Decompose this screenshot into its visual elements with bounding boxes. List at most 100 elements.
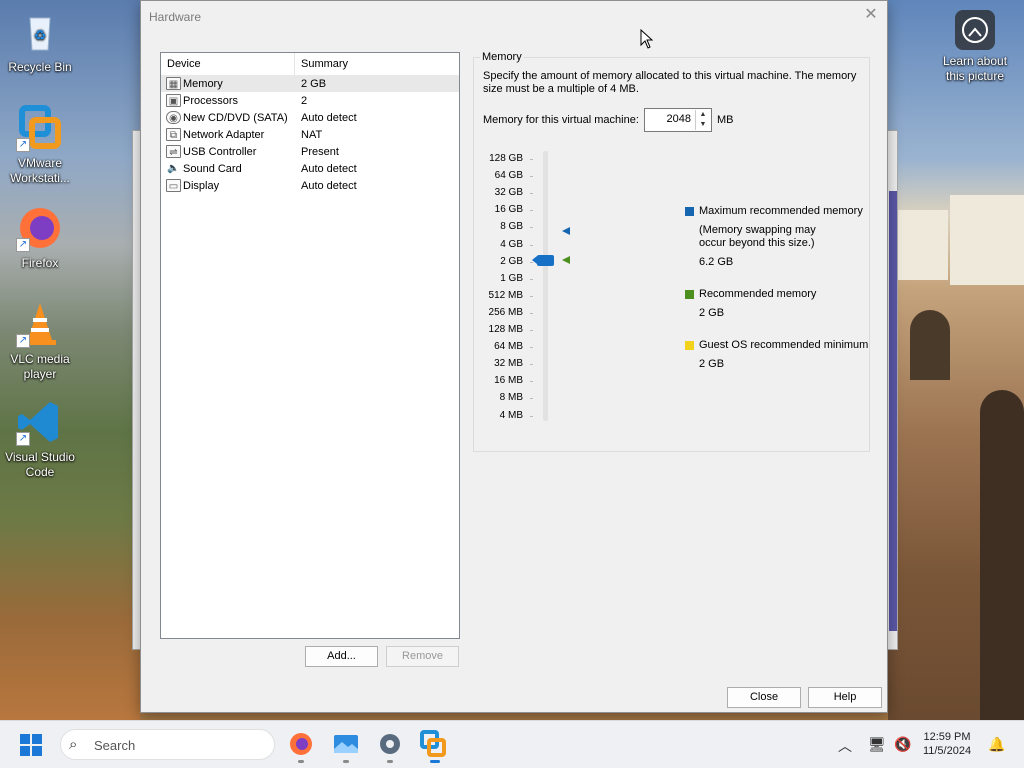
shortcut-arrow-icon: ↗ bbox=[16, 138, 30, 152]
shortcut-arrow-icon: ↗ bbox=[16, 334, 30, 348]
scale-label: 128 GB bbox=[489, 153, 523, 164]
device-name: Processors bbox=[183, 94, 239, 107]
close-icon[interactable]: ✕ bbox=[863, 7, 879, 23]
scale-label: 16 GB bbox=[494, 204, 523, 216]
desktop-icon-label: Recycle Bin bbox=[8, 60, 72, 74]
device-summary: 2 GB bbox=[301, 77, 327, 90]
desktop-icon-label: Visual Studio Code bbox=[5, 450, 75, 479]
desktop-icon-label: Firefox bbox=[21, 256, 59, 270]
scale-tick bbox=[530, 210, 533, 212]
cpu-icon: ▣ bbox=[166, 94, 181, 107]
memory-slider-thumb[interactable] bbox=[532, 255, 554, 266]
column-header-summary[interactable]: Summary bbox=[295, 53, 348, 75]
device-summary: 2 bbox=[301, 94, 308, 107]
running-indicator bbox=[387, 760, 393, 763]
windows-logo-icon bbox=[20, 734, 30, 744]
scale-label: 8 GB bbox=[500, 221, 523, 233]
max-recommended-note: (Memory swapping may occur beyond this s… bbox=[699, 224, 816, 249]
scale-label: 32 GB bbox=[494, 187, 523, 199]
device-row-network-adapter[interactable]: ⧉ Network Adapter NAT bbox=[161, 126, 459, 143]
notification-bell-icon[interactable]: 🔔 bbox=[988, 736, 1005, 753]
remove-button[interactable]: Remove bbox=[386, 646, 459, 667]
device-summary: Present bbox=[301, 145, 339, 158]
scale-tick bbox=[530, 398, 533, 400]
scale-label: 256 MB bbox=[488, 306, 523, 318]
wallpaper-building bbox=[898, 210, 948, 280]
close-button[interactable]: Close bbox=[727, 687, 801, 708]
desktop-icon-recycle-bin[interactable]: ♻ Recycle Bin bbox=[0, 8, 80, 75]
taskbar-firefox[interactable] bbox=[286, 729, 316, 759]
memory-icon: ▦ bbox=[166, 77, 181, 90]
memory-description: Specify the amount of memory allocated t… bbox=[483, 70, 857, 95]
scale-label: 4 MB bbox=[499, 409, 523, 421]
vlc-cone-icon: ↗ bbox=[16, 300, 64, 348]
chevron-up-icon[interactable]: ︿ bbox=[838, 736, 852, 756]
memory-unit-label: MB bbox=[717, 114, 734, 126]
firefox-icon: ↗ bbox=[16, 204, 64, 252]
device-name: Sound Card bbox=[183, 162, 242, 175]
scale-label: 2 GB bbox=[500, 255, 523, 267]
spin-down-icon[interactable]: ▼ bbox=[695, 120, 710, 130]
volume-muted-icon[interactable]: 🔇 bbox=[894, 736, 911, 753]
memory-value[interactable]: 2048 bbox=[667, 113, 691, 125]
start-button[interactable] bbox=[20, 734, 42, 756]
hardware-dialog[interactable]: Hardware ✕ Device Summary ▦ Memory 2 GB ▣… bbox=[140, 0, 888, 713]
dialog-title: Hardware bbox=[149, 10, 202, 24]
shortcut-arrow-icon: ↗ bbox=[16, 238, 30, 252]
device-name: New CD/DVD (SATA) bbox=[183, 111, 288, 124]
taskbar-vmware[interactable] bbox=[418, 729, 448, 759]
device-row-memory[interactable]: ▦ Memory 2 GB bbox=[161, 75, 459, 92]
max-recommended-value: 6.2 GB bbox=[699, 256, 734, 268]
memory-spinbox[interactable]: 2048 ▲ ▼ bbox=[644, 108, 712, 132]
window-edge bbox=[889, 191, 897, 631]
usb-icon: ⇌ bbox=[166, 145, 181, 158]
desktop-icon-label: Learn about this picture bbox=[942, 54, 1008, 83]
spin-up-icon[interactable]: ▲ bbox=[695, 110, 710, 120]
scale-label: 1 GB bbox=[500, 272, 523, 284]
scale-tick bbox=[530, 159, 533, 160]
windows-logo-icon bbox=[32, 734, 42, 744]
scale-tick bbox=[530, 364, 533, 366]
network-icon: ⧉ bbox=[166, 128, 181, 141]
taskbar: ⌕ Search ︿ 🖥 🔇 12:59 PM 11/5/2024 🔔 bbox=[0, 720, 1024, 768]
windows-logo-icon bbox=[32, 746, 42, 756]
taskbar-search[interactable]: ⌕ Search bbox=[60, 729, 275, 760]
desktop-icon-vmware[interactable]: ↗ VMware Workstati... bbox=[0, 104, 80, 186]
scale-tick bbox=[530, 244, 533, 246]
device-summary: Auto detect bbox=[301, 162, 357, 175]
desktop-icon-firefox[interactable]: ↗ Firefox bbox=[0, 204, 80, 271]
clock[interactable]: 12:59 PM 11/5/2024 bbox=[912, 730, 982, 758]
add-button[interactable]: Add... bbox=[305, 646, 378, 667]
device-row-usb-controller[interactable]: ⇌ USB Controller Present bbox=[161, 143, 459, 160]
scale-tick bbox=[530, 381, 533, 383]
device-row-display[interactable]: ▭ Display Auto detect bbox=[161, 177, 459, 194]
memory-slider-track[interactable] bbox=[543, 151, 548, 421]
device-row-cd-dvd[interactable]: ◉ New CD/DVD (SATA) Auto detect bbox=[161, 109, 459, 126]
desktop-icon-vlc[interactable]: ↗ VLC media player bbox=[0, 300, 80, 382]
vmware-icon: ↗ bbox=[16, 104, 64, 152]
device-row-processors[interactable]: ▣ Processors 2 bbox=[161, 92, 459, 109]
guest-min-value: 2 GB bbox=[699, 358, 725, 370]
scale-tick bbox=[530, 176, 533, 178]
device-list[interactable]: Device Summary ▦ Memory 2 GB ▣ Processors … bbox=[160, 52, 460, 639]
device-name: Memory bbox=[183, 77, 223, 90]
guest-min-title: Guest OS recommended minimum bbox=[699, 339, 869, 351]
taskbar-settings[interactable] bbox=[375, 729, 405, 759]
desktop-wallpaper-right bbox=[888, 0, 1024, 720]
wallpaper-arch bbox=[980, 390, 1024, 720]
monitor-icon: ▭ bbox=[166, 179, 181, 192]
scale-tick bbox=[530, 227, 533, 229]
scale-tick bbox=[530, 347, 533, 349]
taskbar-photos[interactable] bbox=[331, 729, 361, 759]
svg-text:♻: ♻ bbox=[34, 27, 47, 43]
column-header-device[interactable]: Device bbox=[161, 52, 295, 75]
running-indicator bbox=[298, 760, 304, 763]
desktop-icon-vscode[interactable]: ↗ Visual Studio Code bbox=[0, 398, 80, 480]
desktop-icon-learn-about-picture[interactable]: Learn about this picture bbox=[935, 10, 1015, 84]
device-row-sound-card[interactable]: 🔈 Sound Card Auto detect bbox=[161, 160, 459, 177]
search-placeholder: Search bbox=[94, 738, 136, 753]
network-icon[interactable]: 🖥 bbox=[868, 736, 886, 753]
scale-label: 64 GB bbox=[494, 170, 523, 182]
cd-icon: ◉ bbox=[166, 111, 181, 124]
help-button[interactable]: Help bbox=[808, 687, 882, 708]
